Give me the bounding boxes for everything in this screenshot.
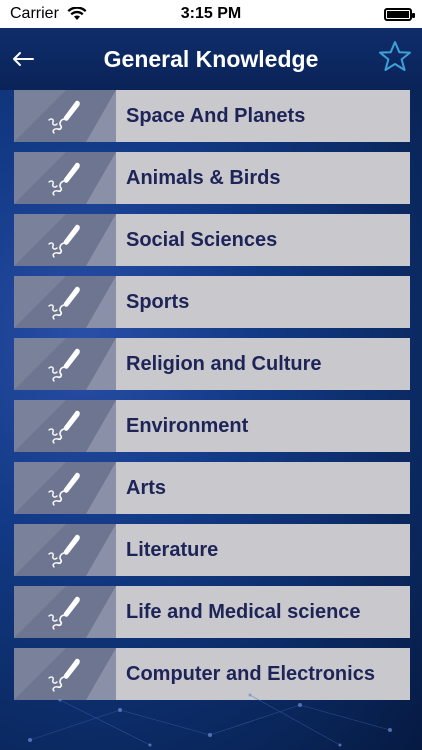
- background-network-pattern: [28, 693, 392, 747]
- category-icon-tile: [14, 400, 116, 452]
- back-arrow-icon: [13, 52, 34, 66]
- carrier-label: Carrier: [10, 5, 59, 22]
- category-icon-tile: [14, 276, 116, 328]
- category-list: Space And Planets Animals & Birds Social…: [14, 90, 410, 710]
- category-item-literature[interactable]: Literature: [14, 524, 410, 576]
- category-label: Computer and Electronics: [126, 662, 375, 685]
- category-item-life-and-medical-science[interactable]: Life and Medical science: [14, 586, 410, 638]
- category-icon-tile: [14, 338, 116, 390]
- back-button[interactable]: [8, 44, 38, 74]
- wifi-icon: [67, 7, 87, 20]
- status-bar: Carrier 3:15 PM: [0, 0, 422, 28]
- category-item-animals-and-birds[interactable]: Animals & Birds: [14, 152, 410, 204]
- paintbrush-icon: [48, 472, 80, 506]
- favorite-star-button[interactable]: [378, 40, 412, 74]
- status-time: 3:15 PM: [180, 5, 242, 22]
- status-left: Carrier: [10, 5, 87, 23]
- paintbrush-icon: [48, 658, 80, 692]
- paintbrush-icon: [48, 348, 80, 382]
- category-label: Social Sciences: [126, 228, 278, 251]
- category-item-social-sciences[interactable]: Social Sciences: [14, 214, 410, 266]
- paintbrush-icon: [48, 224, 80, 258]
- star-icon: [379, 41, 411, 71]
- category-icon-tile: [14, 152, 116, 204]
- category-icon-tile: [14, 524, 116, 576]
- page-title: General Knowledge: [103, 45, 319, 72]
- paintbrush-icon: [48, 410, 80, 444]
- category-label: Arts: [126, 476, 167, 499]
- paintbrush-icon: [48, 534, 80, 568]
- paintbrush-icon: [48, 596, 80, 630]
- category-icon-tile: [14, 586, 116, 638]
- category-item-religion-and-culture[interactable]: Religion and Culture: [14, 338, 410, 390]
- battery-icon: [384, 7, 415, 21]
- category-label: Environment: [126, 414, 249, 437]
- category-item-environment[interactable]: Environment: [14, 400, 410, 452]
- category-icon-tile: [14, 90, 116, 142]
- category-item-space-and-planets[interactable]: Space And Planets: [14, 90, 410, 142]
- category-label: Space And Planets: [126, 104, 306, 127]
- category-label: Literature: [126, 538, 219, 561]
- category-icon-tile: [14, 214, 116, 266]
- category-item-arts[interactable]: Arts: [14, 462, 410, 514]
- category-item-sports[interactable]: Sports: [14, 276, 410, 328]
- paintbrush-icon: [48, 162, 80, 196]
- category-label: Religion and Culture: [126, 352, 322, 375]
- paintbrush-icon: [48, 100, 80, 134]
- category-label: Sports: [126, 290, 190, 313]
- category-label: Animals & Birds: [126, 166, 281, 189]
- paintbrush-icon: [48, 286, 80, 320]
- category-label: Life and Medical science: [126, 600, 361, 623]
- navigation-bar: General Knowledge: [0, 28, 422, 90]
- category-icon-tile: [14, 462, 116, 514]
